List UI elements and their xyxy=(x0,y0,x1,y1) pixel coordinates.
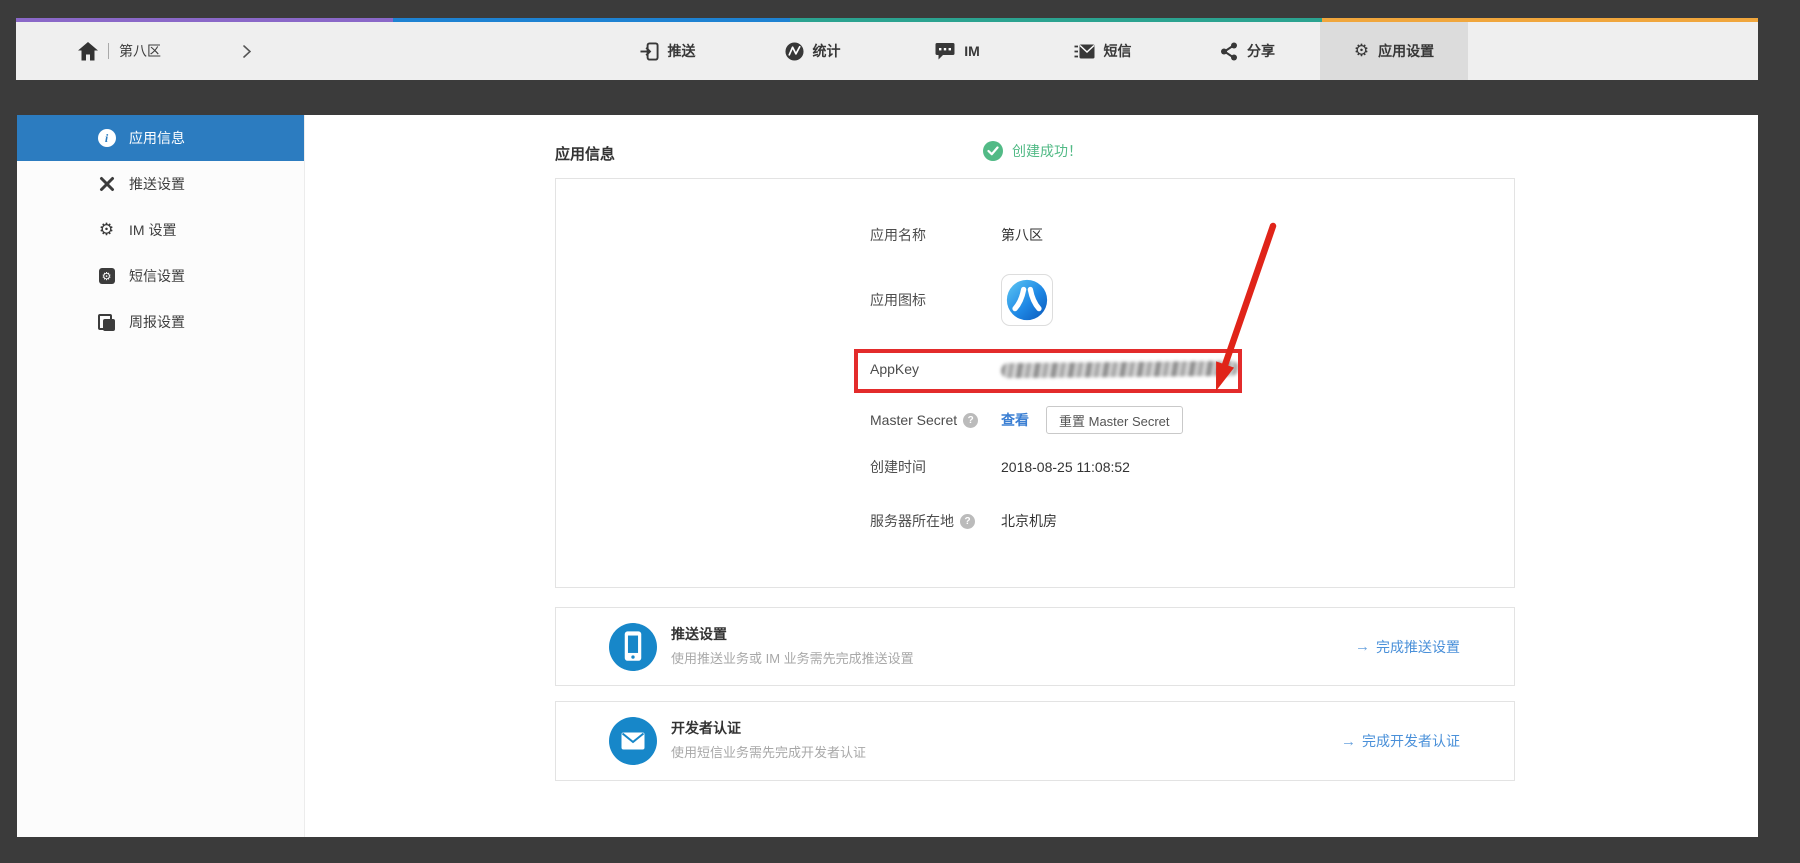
tab-bar: 推送 统计 IM 短信 xyxy=(595,22,1468,80)
breadcrumb-chevron-icon[interactable] xyxy=(243,22,251,80)
share-icon xyxy=(1220,42,1238,61)
tab-push[interactable]: 推送 xyxy=(595,22,740,80)
sidebar-item-weekly-report[interactable]: 周报设置 xyxy=(17,299,304,345)
card-title: 开发者认证 xyxy=(671,718,741,738)
arrow-right-icon: → xyxy=(1355,638,1370,655)
sms-icon xyxy=(1074,43,1095,60)
developer-certification-card: 开发者认证 使用短信业务需先完成开发者认证 → 完成开发者认证 xyxy=(555,701,1515,781)
master-secret-label: Master Secret ? xyxy=(870,412,1001,428)
sidebar-item-label: IM 设置 xyxy=(129,220,176,240)
view-secret-link[interactable]: 查看 xyxy=(1001,410,1029,430)
top-header: 第八区 推送 统计 xyxy=(16,18,1758,80)
im-chat-icon xyxy=(935,42,955,61)
app-icon-label: 应用图标 xyxy=(870,290,1001,310)
success-toast: 创建成功！ xyxy=(983,141,1082,161)
home-icon[interactable] xyxy=(78,42,98,61)
settings-sidebar: i 应用信息 推送设置 ⚙ IM 设置 ⚙ 短信设置 周报设置 xyxy=(17,115,305,837)
help-icon[interactable]: ? xyxy=(963,413,978,428)
app-name-row: 应用名称 第八区 xyxy=(870,217,1043,253)
sidebar-item-push-settings[interactable]: 推送设置 xyxy=(17,161,304,207)
info-icon: i xyxy=(97,129,116,148)
tab-im[interactable]: IM xyxy=(885,22,1030,80)
app-name-value: 第八区 xyxy=(1001,225,1043,245)
breadcrumb-divider xyxy=(108,43,109,59)
push-settings-card: 推送设置 使用推送业务或 IM 业务需先完成推送设置 → 完成推送设置 xyxy=(555,607,1515,686)
tools-icon xyxy=(97,175,116,194)
envelope-circle-icon xyxy=(609,717,657,765)
push-icon xyxy=(640,42,659,61)
gear-square-icon: ⚙ xyxy=(97,267,116,286)
tab-label: 应用设置 xyxy=(1378,41,1434,61)
tab-sms[interactable]: 短信 xyxy=(1030,22,1175,80)
card-description: 使用短信业务需先完成开发者认证 xyxy=(671,742,866,761)
tab-stats[interactable]: 统计 xyxy=(740,22,885,80)
tab-label: 推送 xyxy=(668,41,696,61)
check-circle-icon xyxy=(983,141,1003,161)
server-location-row: 服务器所在地 ? 北京机房 xyxy=(870,503,1057,539)
page-title: 应用信息 xyxy=(555,143,615,164)
tab-label: 统计 xyxy=(813,41,841,61)
report-pages-icon xyxy=(97,313,116,332)
complete-push-settings-link[interactable]: → 完成推送设置 xyxy=(1355,637,1460,657)
sidebar-item-im-settings[interactable]: ⚙ IM 设置 xyxy=(17,207,304,253)
card-description: 使用推送业务或 IM 业务需先完成推送设置 xyxy=(671,648,914,667)
header-bar: 第八区 推送 统计 xyxy=(16,22,1758,80)
server-location-value: 北京机房 xyxy=(1001,511,1057,531)
app-window: 第八区 推送 统计 xyxy=(0,0,1800,863)
tab-share[interactable]: 分享 xyxy=(1175,22,1320,80)
app-name-label: 应用名称 xyxy=(870,225,1001,245)
app-icon-image xyxy=(1001,274,1053,326)
sidebar-item-sms-settings[interactable]: ⚙ 短信设置 xyxy=(17,253,304,299)
sidebar-item-label: 推送设置 xyxy=(129,174,185,194)
created-time-value: 2018-08-25 11:08:52 xyxy=(1001,459,1130,475)
appkey-highlight-box xyxy=(854,349,1242,393)
arrow-right-icon: → xyxy=(1341,733,1356,750)
complete-developer-certification-link[interactable]: → 完成开发者认证 xyxy=(1341,731,1460,751)
created-time-row: 创建时间 2018-08-25 11:08:52 xyxy=(870,449,1130,485)
server-location-label: 服务器所在地 ? xyxy=(870,511,1001,531)
gear-icon: ⚙ xyxy=(1354,43,1369,60)
reset-master-secret-button[interactable]: 重置 Master Secret xyxy=(1046,406,1183,434)
app-icon-row: 应用图标 xyxy=(870,272,1053,328)
created-time-label: 创建时间 xyxy=(870,457,1001,477)
main-content: 应用信息 创建成功！ 应用名称 第八区 应用图标 xyxy=(305,115,1758,837)
help-icon[interactable]: ? xyxy=(960,514,975,529)
sidebar-item-label: 周报设置 xyxy=(129,312,185,332)
breadcrumb-app-name[interactable]: 第八区 xyxy=(119,41,161,61)
gear-icon: ⚙ xyxy=(97,221,116,240)
sidebar-item-app-info[interactable]: i 应用信息 xyxy=(17,115,304,161)
tab-app-settings[interactable]: ⚙ 应用设置 xyxy=(1320,22,1468,80)
breadcrumb: 第八区 xyxy=(78,22,161,80)
success-message: 创建成功！ xyxy=(1012,141,1082,161)
card-title: 推送设置 xyxy=(671,624,727,644)
tab-label: IM xyxy=(964,43,980,59)
sidebar-item-label: 应用信息 xyxy=(129,128,185,148)
phone-circle-icon xyxy=(609,623,657,671)
sidebar-item-label: 短信设置 xyxy=(129,266,185,286)
tab-label: 分享 xyxy=(1247,41,1275,61)
master-secret-row: Master Secret ? 查看 重置 Master Secret xyxy=(870,402,1183,438)
tab-label: 短信 xyxy=(1104,41,1132,61)
stats-icon xyxy=(785,42,804,61)
